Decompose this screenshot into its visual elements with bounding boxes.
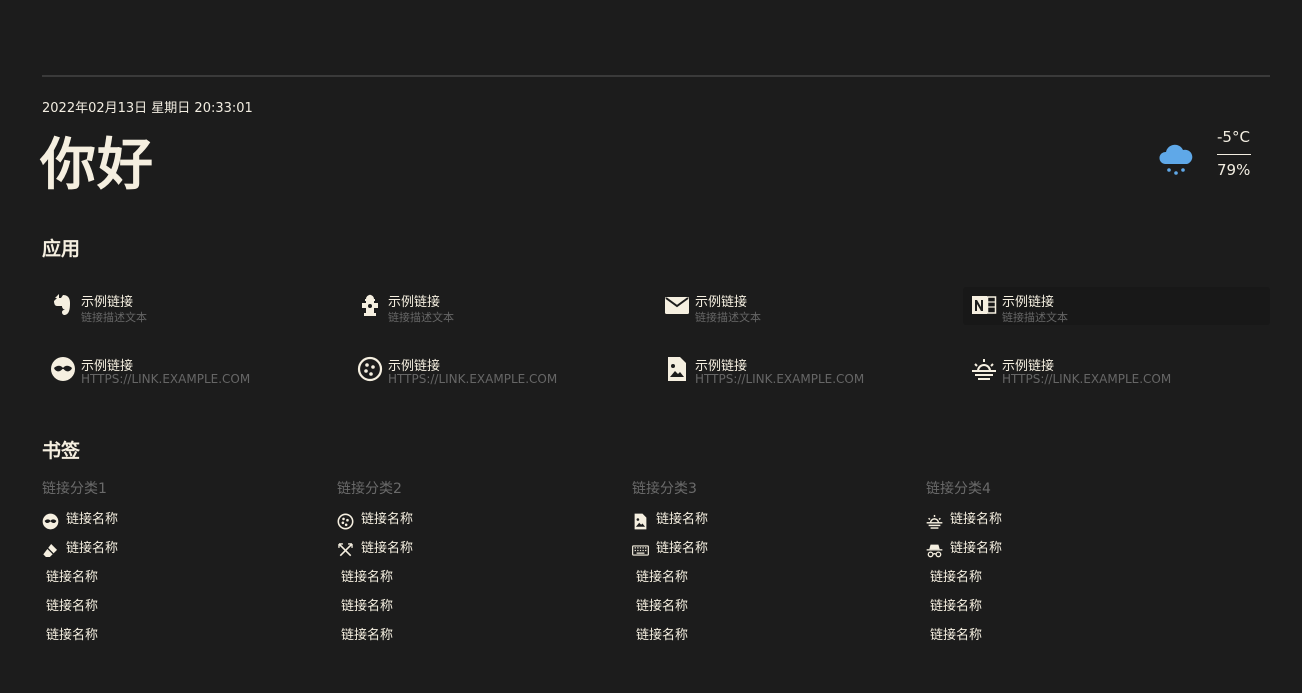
bookmark-label: 链接名称: [361, 512, 414, 527]
app-link[interactable]: 示例链接 链接描述文本: [349, 287, 656, 325]
bookmark-category: 链接分类4: [926, 481, 991, 497]
evernote-icon: [50, 292, 76, 318]
bookmark-link[interactable]: 链接名称: [42, 541, 332, 570]
email-icon: [664, 292, 690, 318]
app-desc: HTTPS://LINK.EXAMPLE.COM: [388, 372, 558, 386]
app-link[interactable]: 示例链接 链接描述文本: [963, 287, 1270, 325]
bookmark-link[interactable]: 链接名称: [926, 512, 1216, 541]
bookmarks-section-title: 书签: [42, 440, 81, 462]
bookmark-group: 链接分类4 链接名称 链接名称 链接名称 链接名称 链接名称: [926, 478, 1216, 657]
bookmark-link[interactable]: 链接名称: [42, 512, 332, 541]
app-desc: HTTPS://LINK.EXAMPLE.COM: [1002, 372, 1172, 386]
bookmark-label: 链接名称: [66, 512, 119, 527]
cloud-snow-icon: [1156, 140, 1196, 180]
bookmark-link[interactable]: 链接名称: [632, 599, 922, 628]
fire-hydrant-icon: [357, 292, 383, 318]
bookmark-label: 链接名称: [636, 599, 689, 614]
bookmark-link[interactable]: 链接名称: [337, 541, 627, 570]
bookmark-link[interactable]: 链接名称: [926, 628, 1216, 657]
app-link[interactable]: 示例链接 HTTPS://LINK.EXAMPLE.COM: [963, 351, 1270, 389]
bookmark-group: 链接分类1 链接名称 链接名称 链接名称 链接名称 链接名称: [42, 478, 332, 657]
app-name: 示例链接: [1002, 295, 1055, 310]
keyboard-icon: [632, 542, 649, 559]
bookmark-link[interactable]: 链接名称: [42, 628, 332, 657]
app-link[interactable]: 示例链接 链接描述文本: [656, 287, 963, 325]
weather-widget: -5°C 79%: [1156, 126, 1256, 182]
bookmark-link[interactable]: 链接名称: [337, 599, 627, 628]
app-link[interactable]: 示例链接 链接描述文本: [42, 287, 349, 325]
bookmark-category: 链接分类2: [337, 481, 402, 497]
app-desc: HTTPS://LINK.EXAMPLE.COM: [695, 372, 865, 386]
bookmark-link[interactable]: 链接名称: [337, 628, 627, 657]
temperature: -5°C: [1217, 128, 1250, 146]
app-desc: 链接描述文本: [388, 311, 454, 324]
weather-divider: [1217, 154, 1251, 155]
app-desc: 链接描述文本: [81, 311, 147, 324]
app-link[interactable]: 示例链接 HTTPS://LINK.EXAMPLE.COM: [42, 351, 349, 389]
bookmark-link[interactable]: 链接名称: [337, 512, 627, 541]
bookmark-link[interactable]: 链接名称: [926, 541, 1216, 570]
bookmark-category: 链接分类3: [632, 481, 697, 497]
top-divider: [42, 75, 1270, 77]
app-name: 示例链接: [81, 295, 134, 310]
bookmark-group: 链接分类3 链接名称 链接名称 链接名称 链接名称 链接名称: [632, 478, 922, 657]
app-desc: HTTPS://LINK.EXAMPLE.COM: [81, 372, 251, 386]
app-desc: 链接描述文本: [695, 311, 761, 324]
bookmark-label: 链接名称: [46, 628, 99, 643]
cookie-icon: [337, 513, 354, 530]
bookmark-group: 链接分类2 链接名称 链接名称 链接名称 链接名称 链接名称: [337, 478, 627, 657]
bookmark-label: 链接名称: [930, 599, 983, 614]
bookmark-label: 链接名称: [361, 541, 414, 556]
greeting: 你好: [40, 133, 154, 198]
app-link[interactable]: 示例链接 HTTPS://LINK.EXAMPLE.COM: [656, 351, 963, 389]
bookmark-label: 链接名称: [636, 628, 689, 643]
bookmark-link[interactable]: 链接名称: [926, 570, 1216, 599]
bookmark-link[interactable]: 链接名称: [632, 541, 922, 570]
bookmark-link[interactable]: 链接名称: [926, 599, 1216, 628]
bookmark-label: 链接名称: [46, 570, 99, 585]
humidity: 79%: [1217, 161, 1251, 179]
bookmark-label: 链接名称: [46, 599, 99, 614]
cookie-icon: [357, 356, 383, 382]
bookmark-label: 链接名称: [636, 570, 689, 585]
onenote-icon: [971, 292, 997, 318]
bookmark-label: 链接名称: [341, 599, 394, 614]
incognito-icon: [926, 542, 943, 559]
bookmark-label: 链接名称: [950, 512, 1003, 527]
bookmark-label: 链接名称: [656, 541, 709, 556]
bookmark-label: 链接名称: [66, 541, 119, 556]
app-name: 示例链接: [695, 295, 748, 310]
mask-icon: [42, 513, 59, 530]
sunset-icon: [971, 356, 997, 382]
bookmark-link[interactable]: 链接名称: [42, 570, 332, 599]
app-desc: 链接描述文本: [1002, 311, 1068, 324]
bookmark-label: 链接名称: [656, 512, 709, 527]
sunset-icon: [926, 513, 943, 530]
bookmark-label: 链接名称: [930, 570, 983, 585]
bookmark-label: 链接名称: [341, 570, 394, 585]
apps-section-title: 应用: [42, 238, 81, 260]
bookmark-link[interactable]: 链接名称: [632, 512, 922, 541]
bookmark-link[interactable]: 链接名称: [337, 570, 627, 599]
sword-cross-icon: [337, 542, 354, 559]
bookmark-link[interactable]: 链接名称: [42, 599, 332, 628]
bookmark-link[interactable]: 链接名称: [632, 628, 922, 657]
bookmark-label: 链接名称: [950, 541, 1003, 556]
eraser-icon: [42, 542, 59, 559]
bookmark-label: 链接名称: [930, 628, 983, 643]
bookmark-link[interactable]: 链接名称: [632, 570, 922, 599]
datetime: 2022年02月13日 星期日 20:33:01: [42, 101, 253, 116]
file-image-icon: [632, 513, 649, 530]
app-name: 示例链接: [388, 295, 441, 310]
file-image-icon: [664, 356, 690, 382]
bookmark-label: 链接名称: [341, 628, 394, 643]
app-link[interactable]: 示例链接 HTTPS://LINK.EXAMPLE.COM: [349, 351, 656, 389]
mask-icon: [50, 356, 76, 382]
bookmark-category: 链接分类1: [42, 481, 107, 497]
